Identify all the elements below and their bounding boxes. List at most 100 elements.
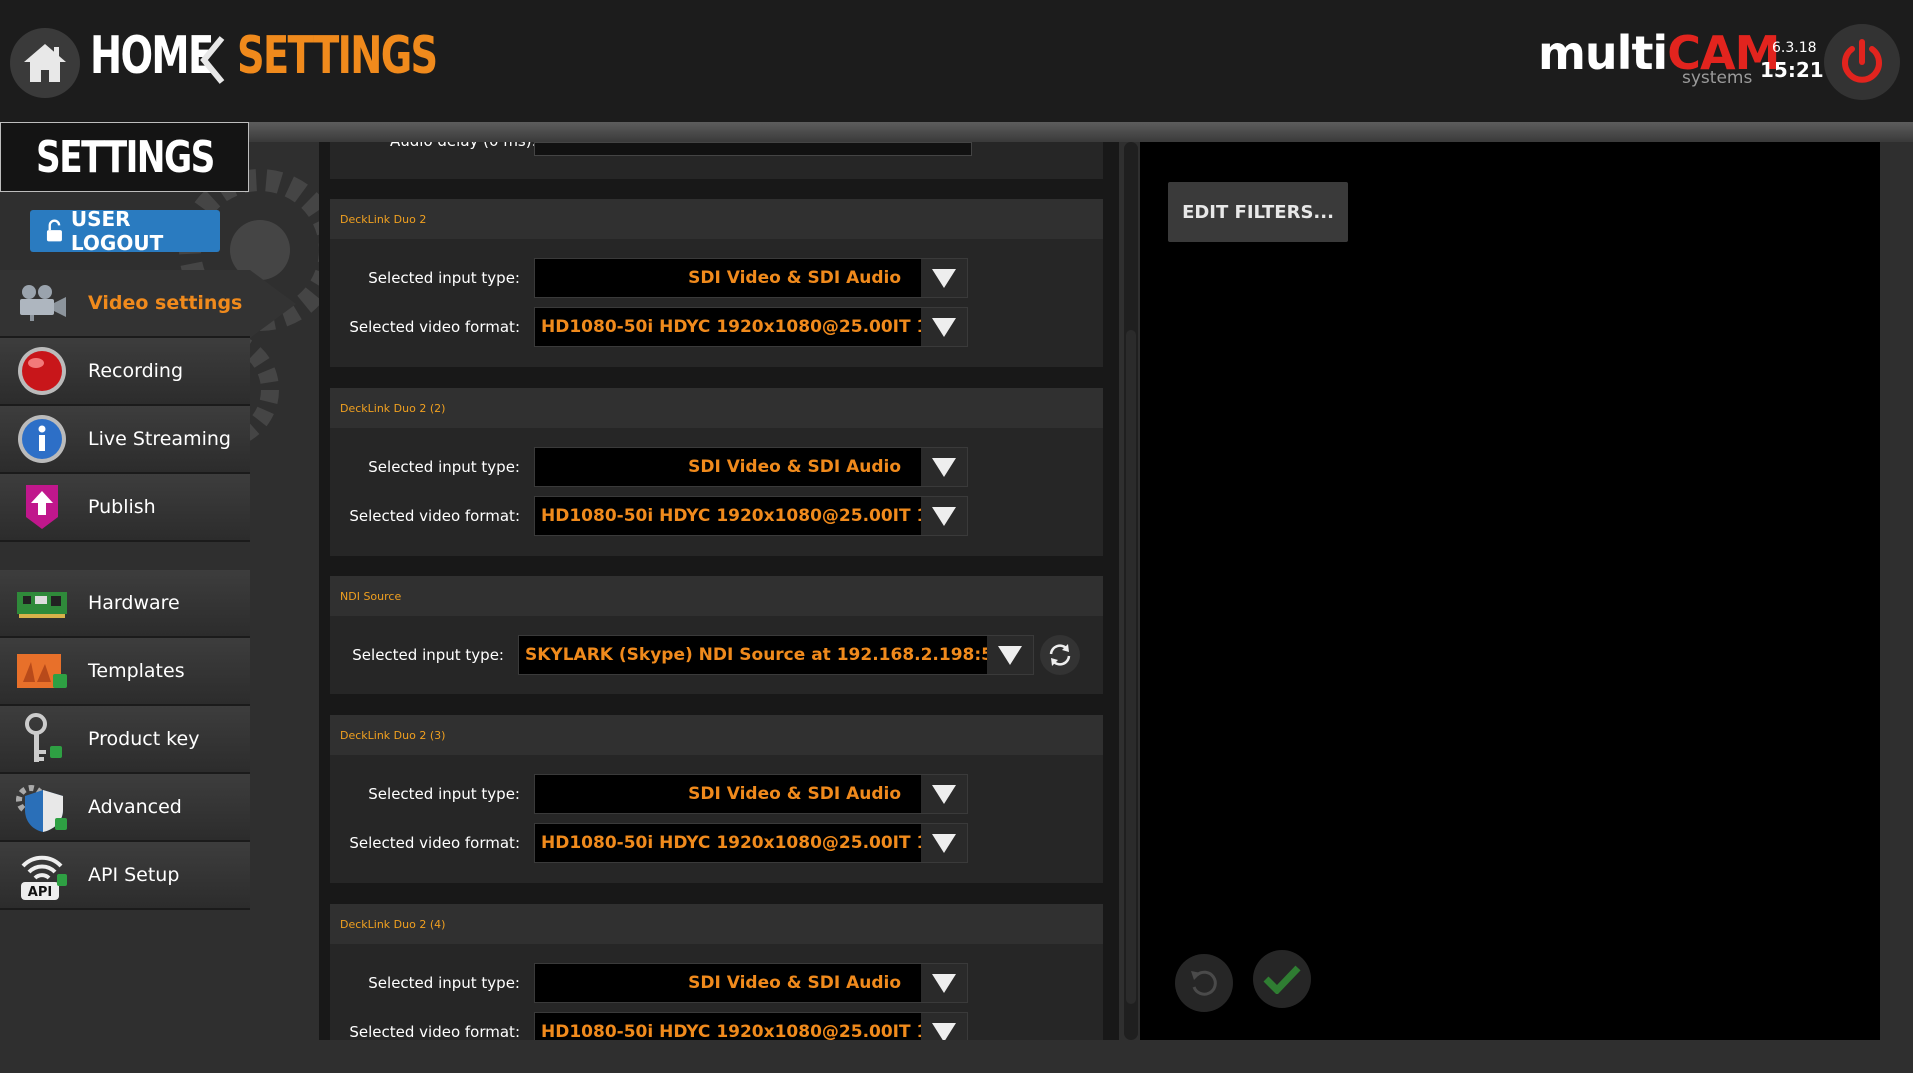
- video-format-label: Selected video format:: [349, 1023, 520, 1040]
- partial-group-audio-delay: Audio delay (0 ms):: [330, 142, 1103, 179]
- logo-multi: multi: [1538, 26, 1668, 80]
- group-ndi-source: NDI Source Selected input type: SKYLARK …: [330, 576, 1103, 694]
- dropdown-arrow-icon[interactable]: [921, 308, 967, 346]
- input-type-label: Selected input type:: [368, 458, 520, 476]
- shield-gear-icon: [14, 779, 70, 835]
- group-decklink-duo-2-3: DeckLink Duo 2 (3) Selected input type: …: [330, 715, 1103, 883]
- dropdown-arrow-icon[interactable]: [921, 259, 967, 297]
- sidebar-item-label: Templates: [88, 660, 185, 682]
- svg-text:API: API: [28, 885, 52, 900]
- sidebar-item-label: Advanced: [88, 796, 182, 818]
- breadcrumb-home[interactable]: HOME: [90, 26, 214, 86]
- input-type-value: SDI Video & SDI Audio: [688, 268, 901, 288]
- active-item-pointer: [250, 270, 296, 338]
- scrollbar-thumb[interactable]: [1126, 330, 1136, 1004]
- input-type-row: Selected input type: SKYLARK (Skype) NDI…: [330, 635, 1080, 675]
- input-type-dropdown[interactable]: SDI Video & SDI Audio: [534, 963, 968, 1003]
- undo-icon: [1191, 970, 1217, 996]
- input-type-row: Selected input type: SDI Video & SDI Aud…: [330, 963, 968, 1003]
- clock: 15:21: [1760, 58, 1824, 82]
- group-decklink-duo-2-4: DeckLink Duo 2 (4) Selected input type: …: [330, 904, 1103, 1040]
- record-icon: [14, 343, 70, 399]
- dropdown-arrow-icon[interactable]: [987, 636, 1033, 674]
- group-title: DeckLink Duo 2 (3): [330, 715, 1103, 755]
- edit-filters-button[interactable]: EDIT FILTERS...: [1168, 182, 1348, 242]
- sidebar-item-product-key[interactable]: Product key: [0, 706, 250, 774]
- video-format-label: Selected video format:: [349, 318, 520, 336]
- sidebar-item-publish[interactable]: Publish: [0, 474, 250, 542]
- input-type-label: Selected input type:: [368, 974, 520, 992]
- info-icon: [14, 411, 70, 467]
- group-decklink-duo-2: DeckLink Duo 2 Selected input type: SDI …: [330, 199, 1103, 367]
- templates-icon: [14, 643, 70, 699]
- dropdown-arrow-icon[interactable]: [921, 448, 967, 486]
- input-type-label: Selected input type:: [368, 785, 520, 803]
- dropdown-arrow-icon[interactable]: [921, 964, 967, 1002]
- video-format-value: HD1080-50i HDYC 1920x1080@25.00IT 16:9: [541, 317, 921, 337]
- input-type-row: Selected input type: SDI Video & SDI Aud…: [330, 774, 968, 814]
- confirm-button[interactable]: [1253, 950, 1311, 1008]
- video-format-value: HD1080-50i HDYC 1920x1080@25.00IT 16:9: [541, 506, 921, 526]
- settings-title: SETTINGS: [0, 122, 249, 192]
- logo-subtitle: systems: [1682, 68, 1753, 88]
- chevron-left-icon: [200, 36, 225, 84]
- video-format-dropdown[interactable]: HD1080-50i HDYC 1920x1080@25.00IT 16:9: [534, 1012, 968, 1040]
- dropdown-arrow-icon[interactable]: [921, 775, 967, 813]
- group-title: DeckLink Duo 2 (4): [330, 904, 1103, 944]
- video-camera-icon: [14, 275, 70, 331]
- input-type-dropdown[interactable]: SDI Video & SDI Audio: [534, 447, 968, 487]
- sidebar-item-hardware[interactable]: Hardware: [0, 570, 250, 638]
- sidebar-item-video-settings[interactable]: Video settings: [0, 270, 250, 338]
- settings-title-text: SETTINGS: [35, 131, 215, 183]
- sidebar-item-label: Recording: [88, 360, 184, 382]
- circuit-board-icon: [14, 575, 70, 631]
- power-icon: [1842, 39, 1882, 83]
- video-format-row: Selected video format: HD1080-50i HDYC 1…: [330, 307, 968, 347]
- input-type-value: SDI Video & SDI Audio: [688, 973, 901, 993]
- input-type-label: Selected input type:: [352, 646, 504, 664]
- input-type-label: Selected input type:: [368, 269, 520, 287]
- input-type-row: Selected input type: SDI Video & SDI Aud…: [330, 258, 968, 298]
- input-type-dropdown[interactable]: SDI Video & SDI Audio: [534, 774, 968, 814]
- version-label: 6.3.18: [1772, 40, 1817, 56]
- input-type-value: SDI Video & SDI Audio: [688, 784, 901, 804]
- input-type-value: SDI Video & SDI Audio: [688, 457, 901, 477]
- top-bar-shadow: [0, 122, 1913, 142]
- refresh-ndi-button[interactable]: [1040, 635, 1080, 675]
- video-format-dropdown[interactable]: HD1080-50i HDYC 1920x1080@25.00IT 16:9: [534, 823, 968, 863]
- group-title: DeckLink Duo 2 (2): [330, 388, 1103, 428]
- sidebar-item-label: Product key: [88, 728, 200, 750]
- group-title: DeckLink Duo 2: [330, 199, 1103, 239]
- sidebar-item-api-setup[interactable]: API API Setup: [0, 842, 250, 910]
- video-format-value: HD1080-50i HDYC 1920x1080@25.00IT 16:9: [541, 1022, 921, 1040]
- sidebar-item-label: Live Streaming: [88, 428, 231, 450]
- group-title: NDI Source: [330, 576, 1103, 616]
- input-type-value: SKYLARK (Skype) NDI Source at 192.168.2.…: [525, 645, 987, 665]
- sidebar-item-label: Publish: [88, 496, 156, 518]
- video-format-row: Selected video format: HD1080-50i HDYC 1…: [330, 496, 968, 536]
- user-logout-button[interactable]: USER LOGOUT: [30, 207, 220, 255]
- breadcrumb-current: SETTINGS: [237, 26, 438, 86]
- undo-button[interactable]: [1175, 954, 1233, 1012]
- dropdown-arrow-icon[interactable]: [921, 1013, 967, 1040]
- keys-icon: [14, 711, 70, 767]
- dropdown-arrow-icon[interactable]: [921, 497, 967, 535]
- dropdown-arrow-icon[interactable]: [921, 824, 967, 862]
- checkmark-icon: [1263, 965, 1301, 994]
- sidebar-item-recording[interactable]: Recording: [0, 338, 250, 406]
- sidebar-item-live-streaming[interactable]: Live Streaming: [0, 406, 250, 474]
- filter-preview-area: [1140, 142, 1880, 1040]
- home-button[interactable]: [10, 28, 80, 98]
- sidebar-item-advanced[interactable]: Advanced: [0, 774, 250, 842]
- sidebar-item-templates[interactable]: Templates: [0, 638, 250, 706]
- input-type-dropdown[interactable]: SDI Video & SDI Audio: [534, 258, 968, 298]
- audio-delay-slider[interactable]: [534, 142, 972, 156]
- sidebar-item-label: Video settings: [88, 292, 243, 314]
- power-button[interactable]: [1824, 24, 1900, 100]
- input-type-row: Selected input type: SDI Video & SDI Aud…: [330, 447, 968, 487]
- video-format-dropdown[interactable]: HD1080-50i HDYC 1920x1080@25.00IT 16:9: [534, 307, 968, 347]
- ndi-input-type-dropdown[interactable]: SKYLARK (Skype) NDI Source at 192.168.2.…: [518, 635, 1034, 675]
- user-logout-label: USER LOGOUT: [70, 207, 164, 255]
- video-format-dropdown[interactable]: HD1080-50i HDYC 1920x1080@25.00IT 16:9: [534, 496, 968, 536]
- video-format-row: Selected video format: HD1080-50i HDYC 1…: [330, 1012, 968, 1040]
